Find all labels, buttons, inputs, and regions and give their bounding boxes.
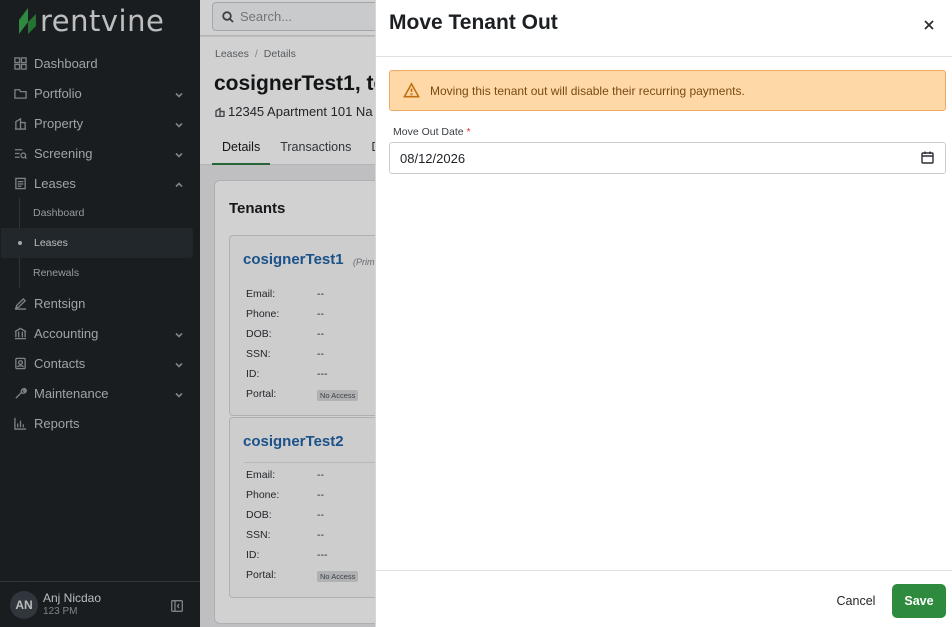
required-mark: * <box>466 126 471 138</box>
move-out-date-input[interactable] <box>389 142 946 174</box>
move-out-date-label: Move Out Date * <box>393 126 471 138</box>
cancel-button[interactable]: Cancel <box>825 586 887 616</box>
modal-backdrop[interactable] <box>0 0 375 627</box>
divider <box>376 570 952 571</box>
warning-triangle-icon <box>403 82 420 98</box>
warning-text: Moving this tenant out will disable thei… <box>430 83 745 98</box>
warning-alert: Moving this tenant out will disable thei… <box>389 70 946 111</box>
move-out-date-label-text: Move Out Date <box>393 126 464 138</box>
close-icon[interactable] <box>922 18 936 32</box>
move-tenant-out-drawer: Move Tenant Out Moving this tenant out w… <box>375 0 952 627</box>
drawer-title: Move Tenant Out <box>389 11 558 34</box>
save-button[interactable]: Save <box>892 584 946 618</box>
calendar-icon[interactable] <box>921 151 935 165</box>
divider <box>376 56 952 57</box>
